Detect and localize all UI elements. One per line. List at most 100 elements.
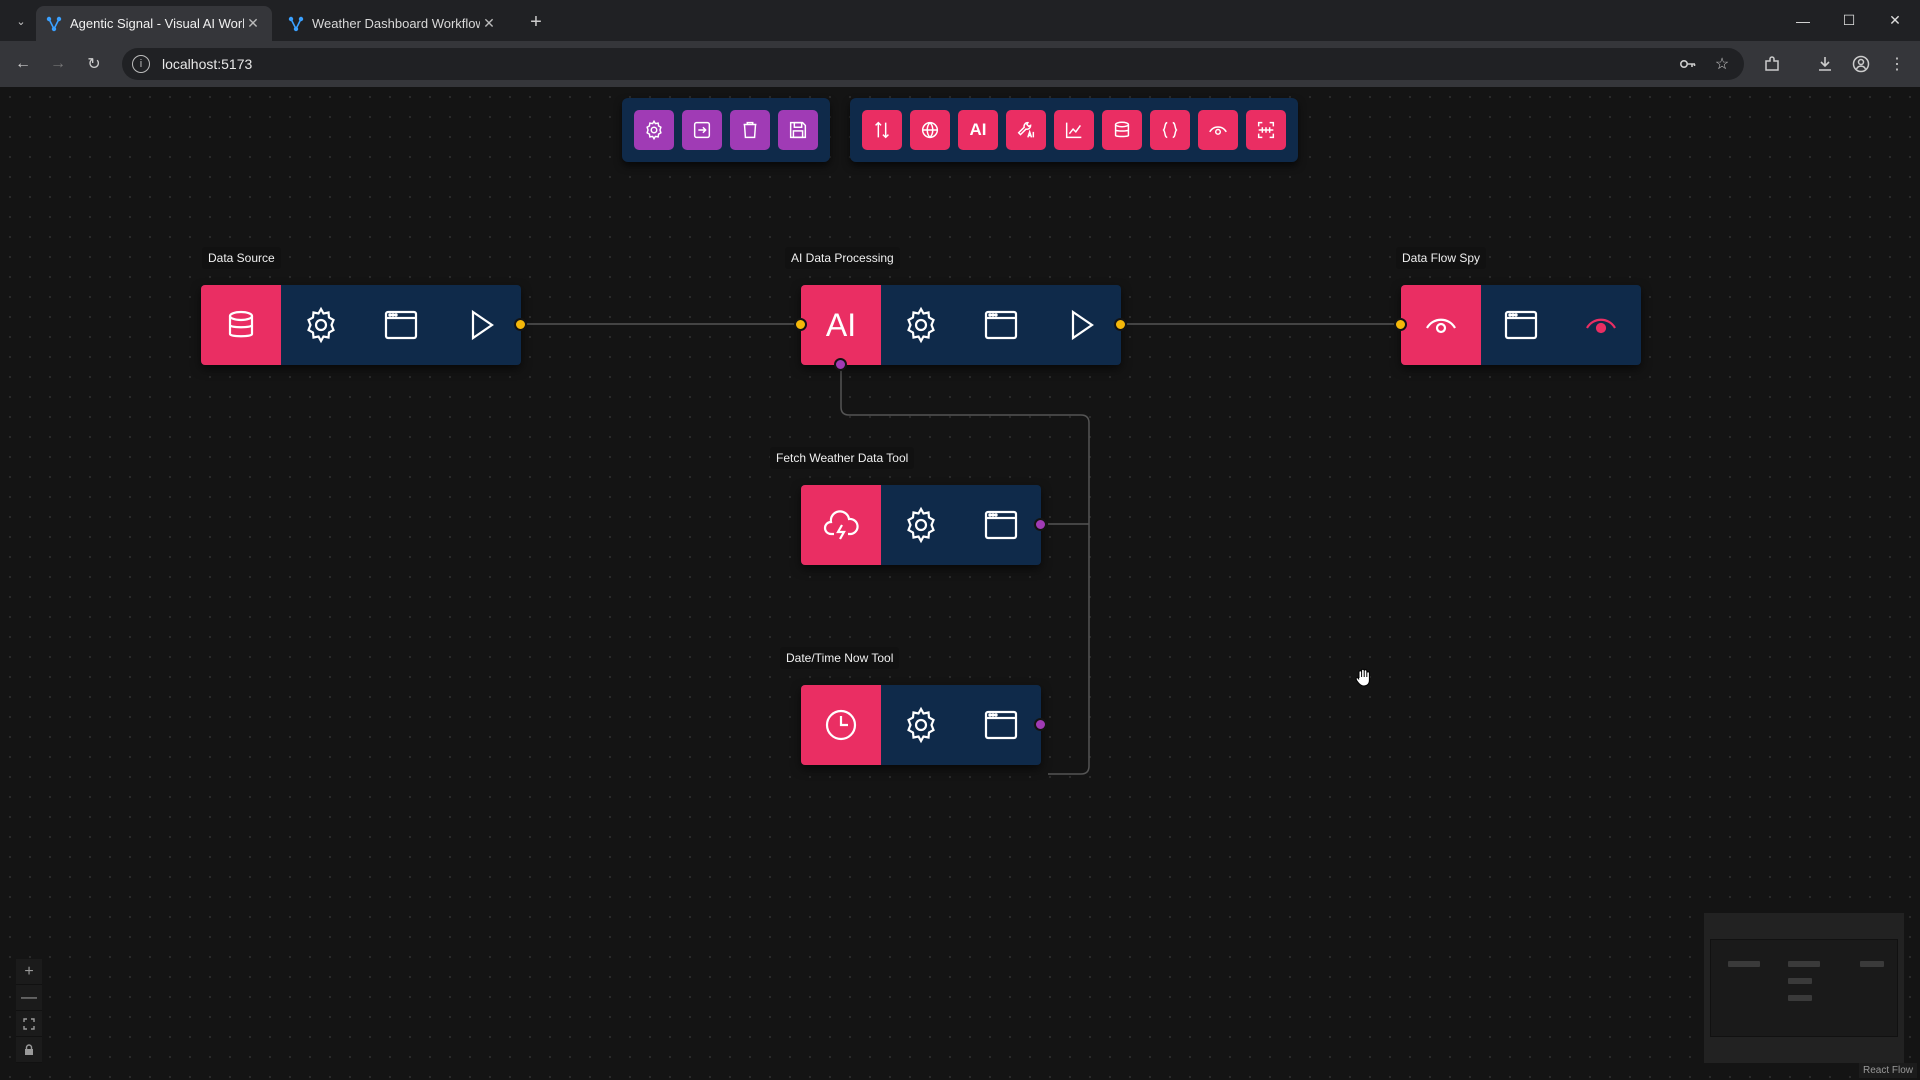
node-window-button[interactable] [961, 285, 1041, 365]
node-datetime-tool[interactable] [801, 685, 1047, 765]
settings-icon [646, 119, 662, 141]
clear-icon [743, 121, 757, 139]
zoom-in-button[interactable]: + [16, 959, 42, 985]
tab-title: Agentic Signal - Visual AI Work [70, 16, 244, 31]
minimap-viewport [1710, 939, 1898, 1037]
add-json-button[interactable] [1150, 110, 1190, 150]
tab-bar: ⌄ Agentic Signal - Visual AI Work ✕ Weat… [0, 0, 1920, 41]
bookmark-star-icon[interactable]: ☆ [1708, 50, 1736, 78]
close-window-icon[interactable]: ✕ [1872, 0, 1918, 41]
lock-icon [25, 1043, 33, 1055]
zoom-out-button[interactable]: — [16, 985, 42, 1011]
reload-icon[interactable]: ↻ [80, 50, 108, 78]
flow-canvas[interactable]: AI Data Source AI Data Processing AI Dat… [0, 87, 1920, 1080]
node-run-button[interactable] [441, 285, 521, 365]
input-handle[interactable] [794, 318, 807, 331]
tool-output-handle[interactable] [1034, 718, 1047, 731]
node-label: Fetch Weather Data Tool [770, 447, 915, 469]
node-window-button[interactable] [1481, 285, 1561, 365]
tab-search-chevron-icon[interactable]: ⌄ [10, 10, 32, 32]
tools-handle[interactable] [834, 358, 847, 371]
spy-icon [1209, 126, 1227, 135]
minimap-node [1728, 961, 1760, 967]
node-window-button[interactable] [361, 285, 441, 365]
node-window-button[interactable] [961, 685, 1041, 765]
app-logo-icon [288, 16, 304, 31]
minimap-node [1788, 995, 1812, 1001]
tab-agentic-signal[interactable]: Agentic Signal - Visual AI Work ✕ [36, 6, 272, 41]
tab-weather-dashboard[interactable]: Weather Dashboard Workflow | ✕ [278, 6, 508, 41]
node-type-button[interactable] [801, 685, 881, 765]
add-ai-tool-button[interactable] [1006, 110, 1046, 150]
download-icon[interactable] [1811, 50, 1839, 78]
maximize-icon[interactable]: ☐ [1826, 0, 1872, 41]
add-chart-button[interactable] [1054, 110, 1094, 150]
eye-icon [1426, 318, 1456, 334]
node-settings-button[interactable] [281, 285, 361, 365]
input-handle[interactable] [1394, 318, 1407, 331]
new-tab-button[interactable]: + [522, 8, 550, 36]
node-fetch-weather-tool[interactable] [801, 485, 1047, 565]
window-icon [984, 310, 1018, 340]
add-scraper-button[interactable] [1246, 110, 1286, 150]
node-settings-button[interactable] [881, 685, 961, 765]
add-ai-button[interactable]: AI [958, 110, 998, 150]
node-data-source[interactable] [201, 285, 527, 365]
node-run-button[interactable] [1041, 285, 1121, 365]
react-flow-attribution[interactable]: React Flow [1858, 1063, 1917, 1078]
node-window-button[interactable] [961, 485, 1041, 565]
more-menu-icon[interactable]: ⋮ [1883, 50, 1911, 78]
cloud-lightning-icon [823, 510, 859, 540]
forward-icon[interactable]: → [44, 50, 72, 78]
ai-icon: AI [969, 120, 987, 139]
json-icon [1162, 121, 1178, 139]
web-icon [921, 121, 939, 139]
node-watch-button[interactable] [1561, 285, 1641, 365]
minimap-node [1860, 961, 1884, 967]
profile-icon[interactable] [1847, 50, 1875, 78]
add-data-io-button[interactable] [862, 110, 902, 150]
node-label: Date/Time Now Tool [780, 647, 900, 669]
node-type-button[interactable] [1401, 285, 1481, 365]
import-button[interactable] [682, 110, 722, 150]
save-button[interactable] [778, 110, 818, 150]
gear-icon [907, 506, 935, 544]
node-data-flow-spy[interactable] [1394, 285, 1641, 365]
node-type-button[interactable] [201, 285, 281, 365]
tab-title: Weather Dashboard Workflow | [312, 16, 480, 31]
back-icon[interactable]: ← [9, 50, 37, 78]
browser-toolbar: ← → ↻ i localhost:5173 ☆ ⋮ [0, 41, 1920, 87]
node-settings-button[interactable] [881, 485, 961, 565]
url-text: localhost:5173 [162, 56, 253, 72]
node-settings-button[interactable] [881, 285, 961, 365]
add-spy-button[interactable] [1198, 110, 1238, 150]
database-icon [228, 310, 254, 338]
tool-output-handle[interactable] [1034, 518, 1047, 531]
site-info-icon[interactable]: i [132, 55, 150, 73]
address-bar[interactable]: i localhost:5173 [122, 48, 1744, 80]
output-handle[interactable] [1114, 318, 1127, 331]
lock-button[interactable] [16, 1037, 42, 1063]
add-web-button[interactable] [910, 110, 950, 150]
palette-nodes: AI [850, 98, 1298, 162]
add-database-button[interactable] [1102, 110, 1142, 150]
tab-close-icon[interactable]: ✕ [244, 15, 262, 32]
fit-view-button[interactable] [16, 1011, 42, 1037]
window-icon [984, 510, 1018, 540]
clear-button[interactable] [730, 110, 770, 150]
minimap[interactable] [1704, 913, 1904, 1063]
extensions-icon[interactable] [1758, 50, 1786, 78]
node-type-button[interactable]: AI [801, 285, 881, 365]
node-label: Data Flow Spy [1396, 247, 1487, 269]
tab-close-icon[interactable]: ✕ [480, 15, 498, 32]
chart-icon [1065, 122, 1082, 139]
settings-button[interactable] [634, 110, 674, 150]
minimize-icon[interactable]: — [1780, 0, 1826, 41]
gear-icon [907, 706, 935, 744]
output-handle[interactable] [514, 318, 527, 331]
node-ai-data-processing[interactable]: AI [794, 285, 1127, 371]
node-type-button[interactable] [801, 485, 881, 565]
password-key-icon[interactable] [1674, 50, 1702, 78]
clock-icon [825, 709, 857, 741]
palette-actions [622, 98, 830, 162]
